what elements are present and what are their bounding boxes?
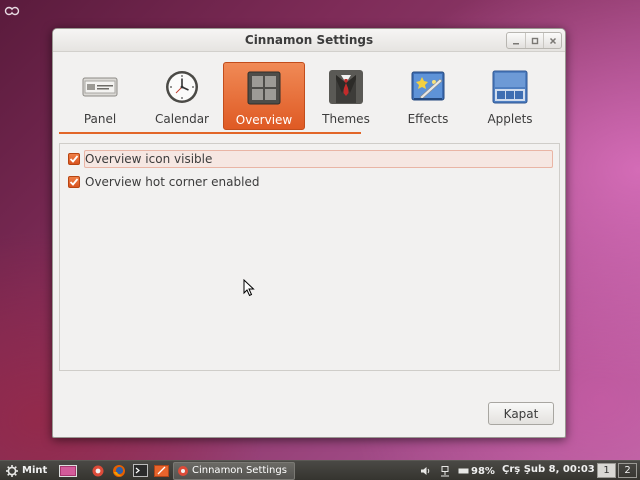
mouse-pointer-icon bbox=[243, 278, 255, 297]
minimize-icon[interactable] bbox=[507, 33, 525, 48]
menu-label: Mint bbox=[22, 465, 48, 476]
battery-icon bbox=[458, 468, 469, 474]
settings-window: Cinnamon Settings Panel Calendar Overvie… bbox=[52, 28, 566, 438]
window-title: Cinnamon Settings bbox=[244, 33, 374, 47]
terminal-icon[interactable] bbox=[131, 464, 149, 478]
checkbox-overview-icon-visible[interactable] bbox=[68, 153, 80, 165]
menu-button[interactable]: Mint bbox=[6, 464, 52, 477]
checkbox-overview-hot-corner[interactable] bbox=[68, 176, 80, 188]
workspace-1[interactable]: 1 bbox=[597, 463, 616, 478]
battery-percent: 98% bbox=[471, 465, 495, 477]
clock-icon bbox=[163, 68, 201, 106]
file-manager-icon[interactable] bbox=[152, 464, 170, 478]
taskbar-window-label: Cinnamon Settings bbox=[192, 465, 287, 476]
show-desktop-icon[interactable] bbox=[59, 464, 77, 478]
option-label: Overview hot corner enabled bbox=[85, 175, 260, 189]
tab-effects[interactable]: Effects bbox=[387, 62, 469, 130]
volume-icon[interactable] bbox=[420, 466, 432, 476]
option-label: Overview icon visible bbox=[85, 152, 213, 166]
workspace-2[interactable]: 2 bbox=[618, 463, 637, 478]
workspace-switcher: 1 2 bbox=[597, 463, 639, 478]
tab-calendar-label: Calendar bbox=[155, 112, 209, 126]
panel-icon bbox=[81, 68, 119, 106]
tab-calendar[interactable]: Calendar bbox=[141, 62, 223, 130]
tab-effects-label: Effects bbox=[407, 112, 449, 126]
taskbar-window-cinnamon-settings[interactable]: Cinnamon Settings bbox=[173, 461, 295, 480]
launcher-group-2 bbox=[86, 464, 170, 478]
tab-overview-label: Overview bbox=[235, 113, 293, 127]
gear-icon bbox=[6, 464, 18, 477]
app-icon bbox=[178, 465, 188, 476]
option-overview-hot-corner[interactable]: Overview hot corner enabled bbox=[68, 173, 259, 191]
tab-applets[interactable]: Applets bbox=[469, 62, 551, 130]
tab-panel-label: Panel bbox=[83, 112, 117, 126]
window-controls bbox=[506, 32, 562, 49]
battery-indicator[interactable]: 98% bbox=[458, 466, 495, 477]
settings-launcher-icon[interactable] bbox=[89, 464, 107, 478]
effects-icon bbox=[409, 68, 447, 106]
tab-themes[interactable]: Themes bbox=[305, 62, 387, 130]
desktop-link-icon[interactable] bbox=[4, 4, 20, 18]
tab-panel[interactable]: Panel bbox=[59, 62, 141, 130]
maximize-icon[interactable] bbox=[525, 33, 543, 48]
launcher-group-1 bbox=[56, 464, 77, 478]
tab-overview[interactable]: Overview bbox=[223, 62, 305, 130]
category-toolbar: Panel Calendar Overview Themes Effects A… bbox=[59, 62, 559, 134]
option-overview-icon-visible[interactable]: Overview icon visible bbox=[68, 150, 212, 168]
network-icon[interactable] bbox=[440, 465, 450, 477]
firefox-icon[interactable] bbox=[110, 464, 128, 478]
tab-themes-label: Themes bbox=[322, 112, 370, 126]
toolbar-divider bbox=[59, 132, 361, 134]
overview-settings-frame: Overview icon visible Overview hot corne… bbox=[59, 143, 560, 371]
system-tray: 98% bbox=[420, 461, 503, 480]
window-titlebar[interactable]: Cinnamon Settings bbox=[53, 29, 565, 52]
clock[interactable]: Çrş Şub 8, 00:03 bbox=[502, 464, 595, 475]
tab-applets-label: Applets bbox=[487, 112, 533, 126]
close-icon[interactable] bbox=[543, 33, 561, 48]
applets-icon bbox=[491, 68, 529, 106]
close-button[interactable]: Kapat bbox=[488, 402, 554, 425]
bottom-panel: Mint Cinnamon Settings 98% Çrş Şub 8, 00… bbox=[0, 460, 640, 480]
checkmark-icon bbox=[69, 155, 79, 163]
overview-grid-icon bbox=[245, 69, 283, 107]
suit-tie-icon bbox=[327, 68, 365, 106]
checkmark-icon bbox=[69, 178, 79, 186]
